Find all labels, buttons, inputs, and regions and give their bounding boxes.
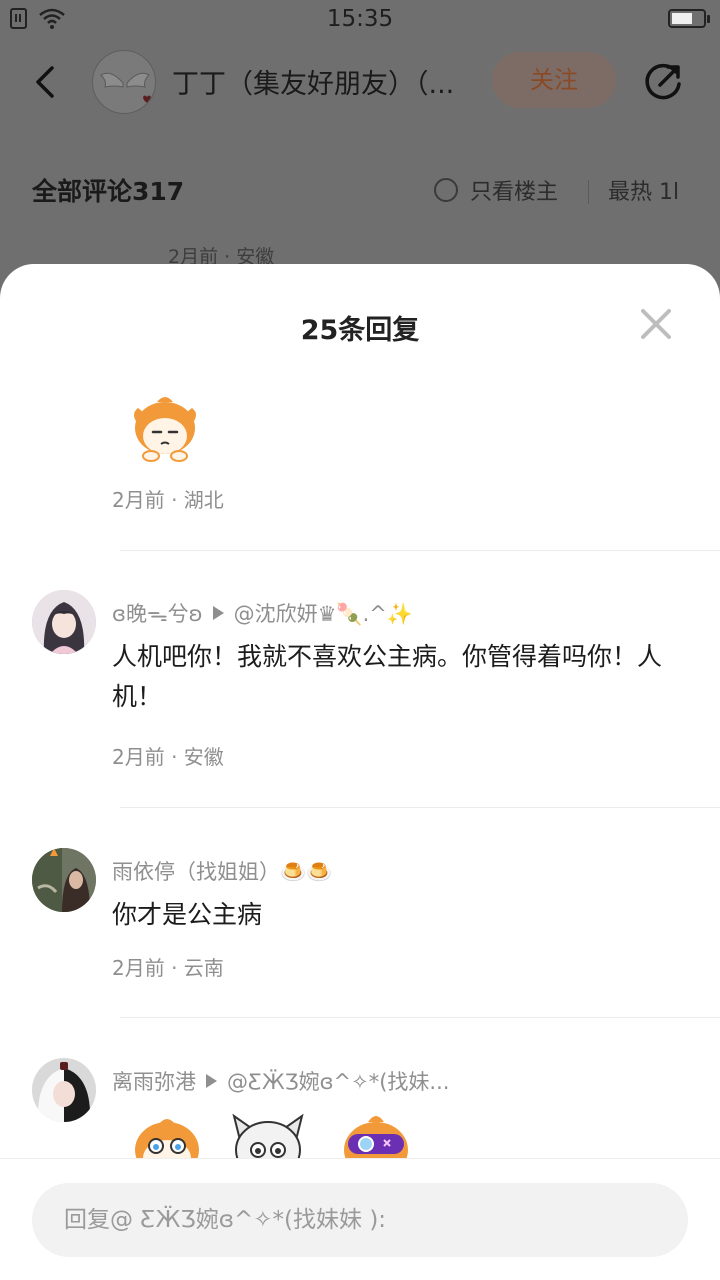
divider [120,1017,720,1018]
reply-list[interactable]: 25条回复 2月前 · 湖北 ɞ晚ᯓ兮ʚ @沈欣妍♛🍡.^✨ 人机吧你！我就不喜… [0,264,720,1158]
sticker-mascot-crying [135,1119,199,1158]
reply-username-line: ɞ晚ᯓ兮ʚ @沈欣妍♛🍡.^✨ [112,598,413,628]
avatar[interactable] [32,848,96,912]
reply-text[interactable]: 你才是公主病 [112,895,682,935]
sticker-mascot-sleepy [134,397,196,462]
top-bar: 丁丁（集友好朋友）（... 关注 [0,40,720,124]
sort-toggle[interactable]: 最热 1l [608,174,679,206]
reply-meta: 2月前 · 云南 [112,956,224,980]
follow-button[interactable]: 关注 [492,52,616,108]
reply-username[interactable]: ɞ晚ᯓ兮ʚ [112,598,203,628]
status-bar: 15:35 [0,0,720,40]
only-op-toggle[interactable]: 只看楼主 [434,174,558,206]
reply-arrow-icon [212,606,224,620]
reply-arrow-icon [206,1074,217,1088]
divider [120,807,720,808]
divider [588,180,589,204]
all-comments-title: 全部评论317 [32,177,185,206]
angel-wings-icon [100,72,151,103]
sticker-mascot-gray [232,1113,304,1158]
black-white-hair-avatar-icon [32,1058,96,1122]
back-icon[interactable] [26,62,66,102]
avatar[interactable] [32,590,96,654]
author-name[interactable]: 丁丁（集友好朋友）（... [172,62,472,101]
avatar[interactable] [32,1058,96,1122]
clock: 15:35 [326,6,394,32]
reply-meta: 2月前 · 安徽 [112,745,224,769]
radio-icon[interactable] [434,178,458,202]
sticker-mascot-goggles [344,1116,408,1158]
close-icon[interactable] [638,306,674,342]
reply-meta: 2月前 · 湖北 [112,488,224,512]
reply-input[interactable]: 回复@ ƸӜƷ婉ɞ^✧*(找妹妹 ): [32,1183,688,1257]
anime-girl-avatar-icon [32,590,96,654]
reply-input-bar: 回复@ ƸӜƷ婉ɞ^✧*(找妹妹 ): [0,1158,720,1280]
photo-avatar-icon [32,848,96,912]
reply-to[interactable]: @沈欣妍♛🍡.^✨ [234,598,413,628]
reply-username[interactable]: 雨依停（找姐姐）🍮🍮 [112,856,332,886]
replies-sheet: 25条回复 2月前 · 湖北 ɞ晚ᯓ兮ʚ @沈欣妍♛🍡.^✨ 人机吧你！我就不喜… [0,264,720,1280]
author-avatar[interactable] [92,50,156,114]
share-icon[interactable] [640,58,686,104]
reply-username-line: 雨依停（找姐姐）🍮🍮 [112,856,332,886]
sheet-title: 25条回复 [300,315,420,346]
reply-text[interactable]: 人机吧你！我就不喜欢公主病。你管得着吗你！人机！ [112,637,682,717]
comments-header: 全部评论317 只看楼主 最热 1l [0,160,720,220]
reply-username[interactable]: 离雨弥港 [112,1066,196,1096]
reply-to[interactable]: @ƸӜƷ婉ɞ^✧*(找妹... [227,1066,449,1096]
divider [120,550,720,551]
only-op-label: 只看楼主 [470,180,559,205]
battery-icon [668,9,710,28]
reply-username-line: 离雨弥港 @ƸӜƷ婉ɞ^✧*(找妹... [112,1066,449,1096]
